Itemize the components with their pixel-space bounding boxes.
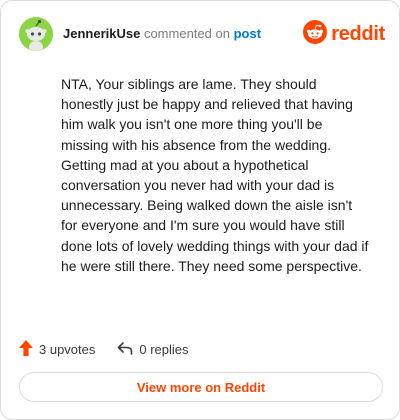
reddit-wordmark: reddit	[331, 22, 385, 45]
username[interactable]: JennerikUse	[63, 26, 140, 41]
comment-meta: JennerikUse commented on post	[63, 26, 261, 42]
comment-actions: 3 upvotes 0 replies	[19, 339, 189, 359]
commented-on-text: commented on	[143, 26, 230, 41]
view-more-button[interactable]: View more on Reddit	[19, 372, 383, 402]
reddit-brand[interactable]: reddit	[303, 19, 385, 49]
snoo-avatar-icon[interactable]	[19, 17, 53, 51]
reply-count: 0 replies	[139, 341, 189, 357]
reply-arrow-icon	[117, 341, 139, 358]
post-link[interactable]: post	[234, 26, 261, 41]
upvote-button[interactable]: 3 upvotes	[19, 339, 96, 359]
upvote-count: 3 upvotes	[39, 341, 96, 357]
upvote-arrow-icon	[19, 339, 39, 359]
reply-button[interactable]: 0 replies	[117, 341, 189, 358]
comment-header: JennerikUse commented on post reddit	[19, 17, 385, 53]
reddit-logo-icon	[303, 19, 328, 49]
comment-embed-card: JennerikUse commented on post reddit NTA…	[0, 0, 400, 420]
comment-text: NTA, Your siblings are lame. They should…	[61, 76, 369, 274]
